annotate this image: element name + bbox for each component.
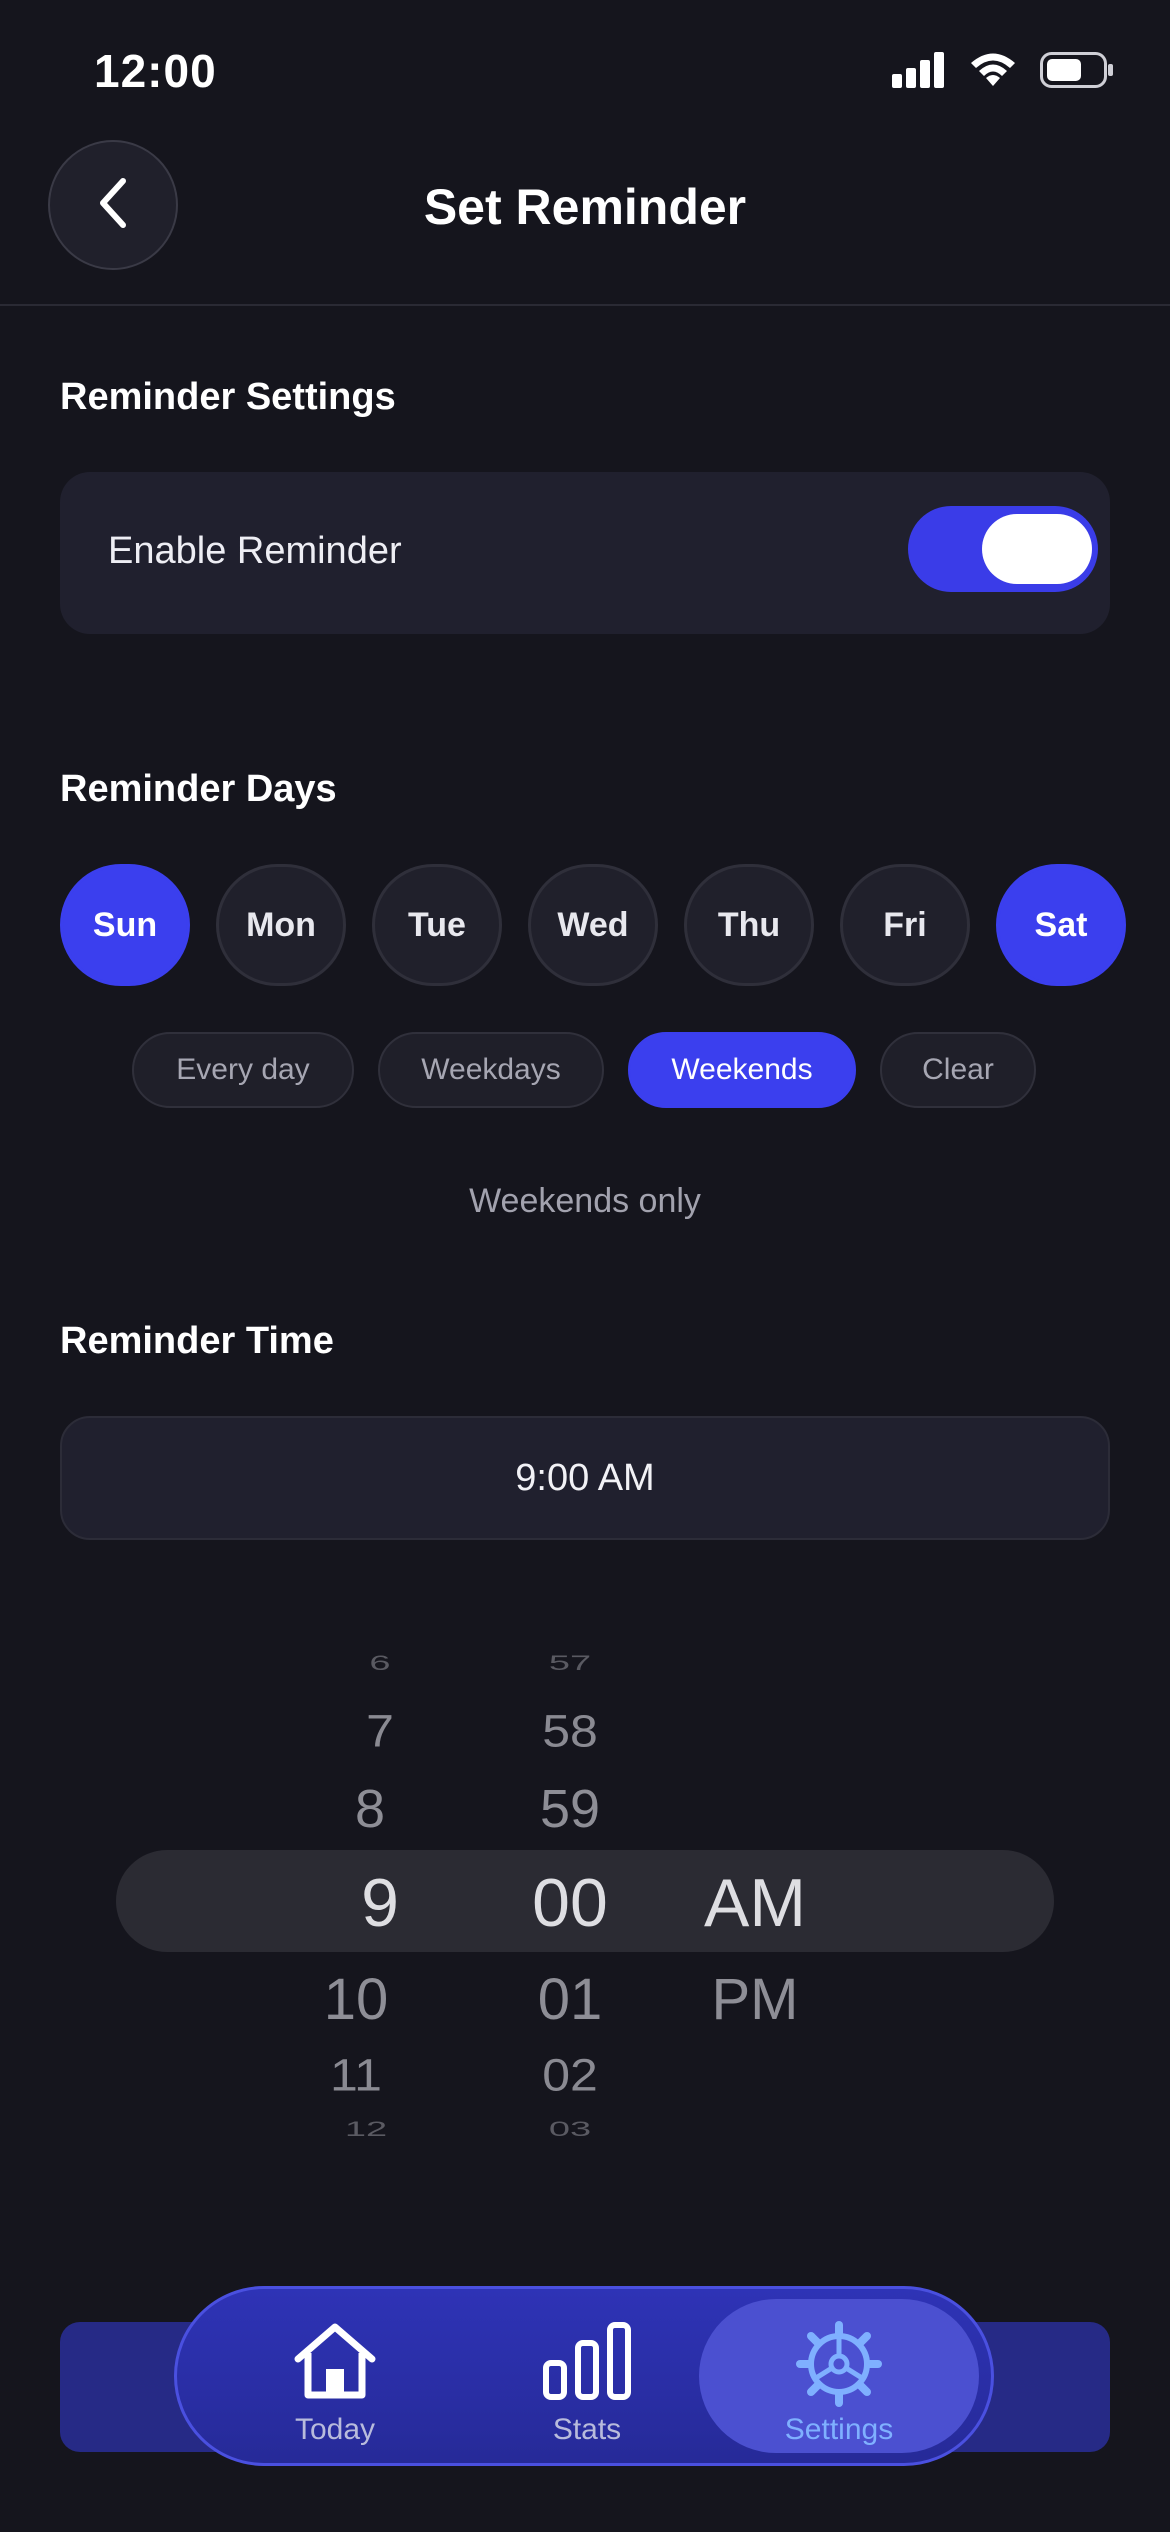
wifi-icon: [968, 52, 1018, 93]
tab-today[interactable]: Today: [195, 2299, 475, 2453]
gear-icon: [796, 2321, 882, 2412]
day-chip-sun[interactable]: Sun: [60, 864, 190, 986]
day-chip-thu[interactable]: Thu: [684, 864, 814, 986]
enable-reminder-card: Enable Reminder: [60, 472, 1110, 634]
period-option[interactable]: PM: [690, 1966, 820, 2033]
page-title: Set Reminder: [423, 179, 747, 235]
tab-bar: Today Stats Settings: [174, 2286, 994, 2466]
day-chip-mon[interactable]: Mon: [216, 864, 346, 986]
time-display-button[interactable]: 9:00 AM: [60, 1416, 1110, 1540]
minute-option[interactable]: 58: [510, 1705, 630, 1757]
minute-selected[interactable]: 00: [510, 1864, 630, 1942]
hour-option[interactable]: 11: [296, 2049, 416, 2101]
preset-weekends[interactable]: Weekends: [628, 1032, 856, 1108]
preset-weekdays[interactable]: Weekdays: [378, 1032, 604, 1108]
toggle-knob: [982, 514, 1092, 584]
bar-chart-icon: [542, 2321, 632, 2406]
hour-option[interactable]: 12: [306, 2118, 426, 2142]
day-chip-tue[interactable]: Tue: [372, 864, 502, 986]
preset-clear[interactable]: Clear: [880, 1032, 1036, 1108]
cellular-signal-icon: [892, 52, 946, 93]
minute-option[interactable]: 03: [510, 2118, 630, 2142]
day-selector: Sun Mon Tue Wed Thu Fri Sat: [60, 864, 1130, 986]
days-summary: Weekends only: [469, 1182, 701, 1220]
preset-every-day[interactable]: Every day: [132, 1032, 354, 1108]
nav-header: Set Reminder: [0, 140, 1170, 306]
tab-label: Stats: [552, 2413, 622, 2446]
status-icons: [892, 52, 1114, 93]
reminder-days-title: Reminder Days: [60, 768, 337, 810]
day-chip-fri[interactable]: Fri: [840, 864, 970, 986]
hour-option[interactable]: 8: [310, 1778, 430, 1840]
tab-settings[interactable]: Settings: [699, 2299, 979, 2453]
minute-option[interactable]: 59: [510, 1778, 630, 1840]
enable-reminder-label: Enable Reminder: [108, 530, 402, 572]
status-time: 12:00: [94, 45, 217, 97]
tab-label: Today: [294, 2413, 376, 2446]
time-picker: 6 7 8 9 10 11 12 57 58 59 00 01 02 03 AM…: [0, 1630, 1170, 2170]
reminder-settings-title: Reminder Settings: [60, 376, 396, 418]
minute-option[interactable]: 02: [510, 2049, 630, 2101]
minute-option[interactable]: 57: [510, 1652, 630, 1676]
enable-reminder-toggle[interactable]: [908, 506, 1098, 592]
hour-option[interactable]: 6: [320, 1652, 440, 1676]
hour-option[interactable]: 7: [320, 1705, 440, 1757]
day-chip-sat[interactable]: Sat: [996, 864, 1126, 986]
home-icon: [290, 2321, 380, 2406]
hour-selected[interactable]: 9: [320, 1864, 440, 1942]
hour-option[interactable]: 10: [296, 1966, 416, 2033]
status-bar: 12:00: [0, 0, 1170, 140]
battery-icon: [1040, 52, 1114, 93]
minute-option[interactable]: 01: [510, 1966, 630, 2033]
tab-label: Settings: [784, 2413, 894, 2446]
tab-stats[interactable]: Stats: [447, 2299, 727, 2453]
day-chip-wed[interactable]: Wed: [528, 864, 658, 986]
reminder-time-title: Reminder Time: [60, 1320, 334, 1362]
period-selected[interactable]: AM: [690, 1864, 820, 1942]
